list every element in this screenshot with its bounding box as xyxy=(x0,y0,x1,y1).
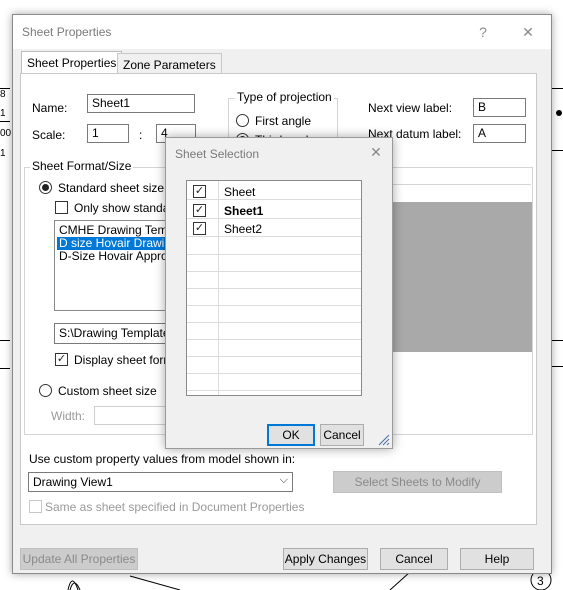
display-sheet-format-checkbox[interactable]: ✓ xyxy=(55,353,68,366)
help-icon[interactable]: ? xyxy=(471,21,495,43)
width-field[interactable] xyxy=(94,406,174,425)
drawing-text: 1 xyxy=(0,148,6,159)
empty-row xyxy=(187,374,361,391)
preview-frame-top xyxy=(392,184,531,185)
width-label: Width: xyxy=(51,409,86,423)
sheet-checkbox[interactable]: ✓ xyxy=(193,185,206,198)
table-row[interactable]: ✓ Sheet xyxy=(187,183,361,200)
first-angle-radio[interactable] xyxy=(236,114,249,127)
scale-numerator-field[interactable]: 1 xyxy=(87,124,129,143)
scale-separator: : xyxy=(139,128,143,142)
sheet-row-label: Sheet1 xyxy=(224,204,264,218)
popup-title: Sheet Selection xyxy=(175,147,260,161)
list-item[interactable]: D-Size Hovair Approv xyxy=(57,250,176,263)
empty-row xyxy=(187,306,361,323)
empty-row xyxy=(187,357,361,374)
dialog-title: Sheet Properties xyxy=(22,25,112,39)
only-show-standard-label: Only show standar xyxy=(74,201,174,215)
standard-size-label: Standard sheet size xyxy=(58,181,165,195)
only-show-standard-checkbox[interactable] xyxy=(55,201,68,214)
sheet-selection-dialog: Sheet Selection ✕ ✓ Sheet ✓ Sheet1 ✓ She… xyxy=(165,137,393,449)
sheet-checkbox[interactable]: ✓ xyxy=(193,222,206,235)
update-all-properties-button[interactable]: Update All Properties xyxy=(20,548,138,570)
help-button[interactable]: Help xyxy=(460,548,534,570)
sheet-format-title: Sheet Format/Size xyxy=(30,159,134,173)
tab-label: Sheet Properties xyxy=(27,56,117,70)
select-sheets-button[interactable]: Select Sheets to Modify xyxy=(333,471,502,493)
standard-size-radio[interactable] xyxy=(39,181,52,194)
drawing-text: 1 xyxy=(0,108,6,119)
empty-row xyxy=(187,340,361,357)
drawing-text: 3 xyxy=(537,574,544,588)
same-as-sheet-checkbox[interactable] xyxy=(29,500,42,513)
projection-group-title: Type of projection xyxy=(235,90,334,104)
model-view-combo[interactable]: Drawing View1 ⌵ xyxy=(28,472,293,492)
next-view-label: Next view label: xyxy=(368,101,453,115)
scale-label: Scale: xyxy=(32,128,66,142)
chevron-down-icon: ⌵ xyxy=(279,474,288,486)
name-field[interactable]: Sheet1 xyxy=(87,94,195,113)
tab-zone-parameters[interactable]: Zone Parameters xyxy=(117,53,222,75)
resize-grip-icon[interactable] xyxy=(378,434,390,446)
table-row[interactable]: ✓ Sheet2 xyxy=(187,220,361,237)
tab-sheet-properties[interactable]: Sheet Properties xyxy=(21,51,123,75)
apply-changes-button[interactable]: Apply Changes xyxy=(283,548,368,570)
sheet-preview xyxy=(393,202,532,352)
drawing-lines xyxy=(67,572,552,590)
custom-size-radio[interactable] xyxy=(39,384,52,397)
close-icon[interactable]: ✕ xyxy=(366,142,386,162)
use-custom-label: Use custom property values from model sh… xyxy=(29,452,296,466)
tab-label: Zone Parameters xyxy=(123,58,216,72)
next-view-field[interactable]: B xyxy=(473,98,526,117)
empty-row xyxy=(187,272,361,289)
empty-row xyxy=(187,238,361,255)
empty-row xyxy=(187,323,361,340)
table-row[interactable]: ✓ Sheet1 xyxy=(187,202,361,219)
sheet-row-label: Sheet2 xyxy=(224,222,263,236)
popup-cancel-button[interactable]: Cancel xyxy=(320,424,364,446)
model-view-value: Drawing View1 xyxy=(33,475,113,489)
sheet-grid: ✓ Sheet ✓ Sheet1 ✓ Sheet2 xyxy=(186,180,362,396)
drawing-text: 8 xyxy=(0,89,6,100)
cancel-button[interactable]: Cancel xyxy=(380,548,448,570)
custom-size-label: Custom sheet size xyxy=(58,384,157,398)
title-bar: Sheet Properties ? ✕ xyxy=(13,15,551,49)
sheet-checkbox[interactable]: ✓ xyxy=(193,204,206,217)
name-label: Name: xyxy=(32,101,68,115)
close-icon[interactable]: ✕ xyxy=(516,21,540,43)
sheet-row-label: Sheet xyxy=(224,185,256,199)
same-as-sheet-label: Same as sheet specified in Document Prop… xyxy=(45,500,305,514)
next-datum-field[interactable]: A xyxy=(473,124,526,143)
first-angle-label: First angle xyxy=(255,114,312,128)
ok-button[interactable]: OK xyxy=(267,424,315,446)
empty-row xyxy=(187,255,361,272)
drawing-text: 00 xyxy=(0,128,12,139)
empty-row xyxy=(187,289,361,306)
